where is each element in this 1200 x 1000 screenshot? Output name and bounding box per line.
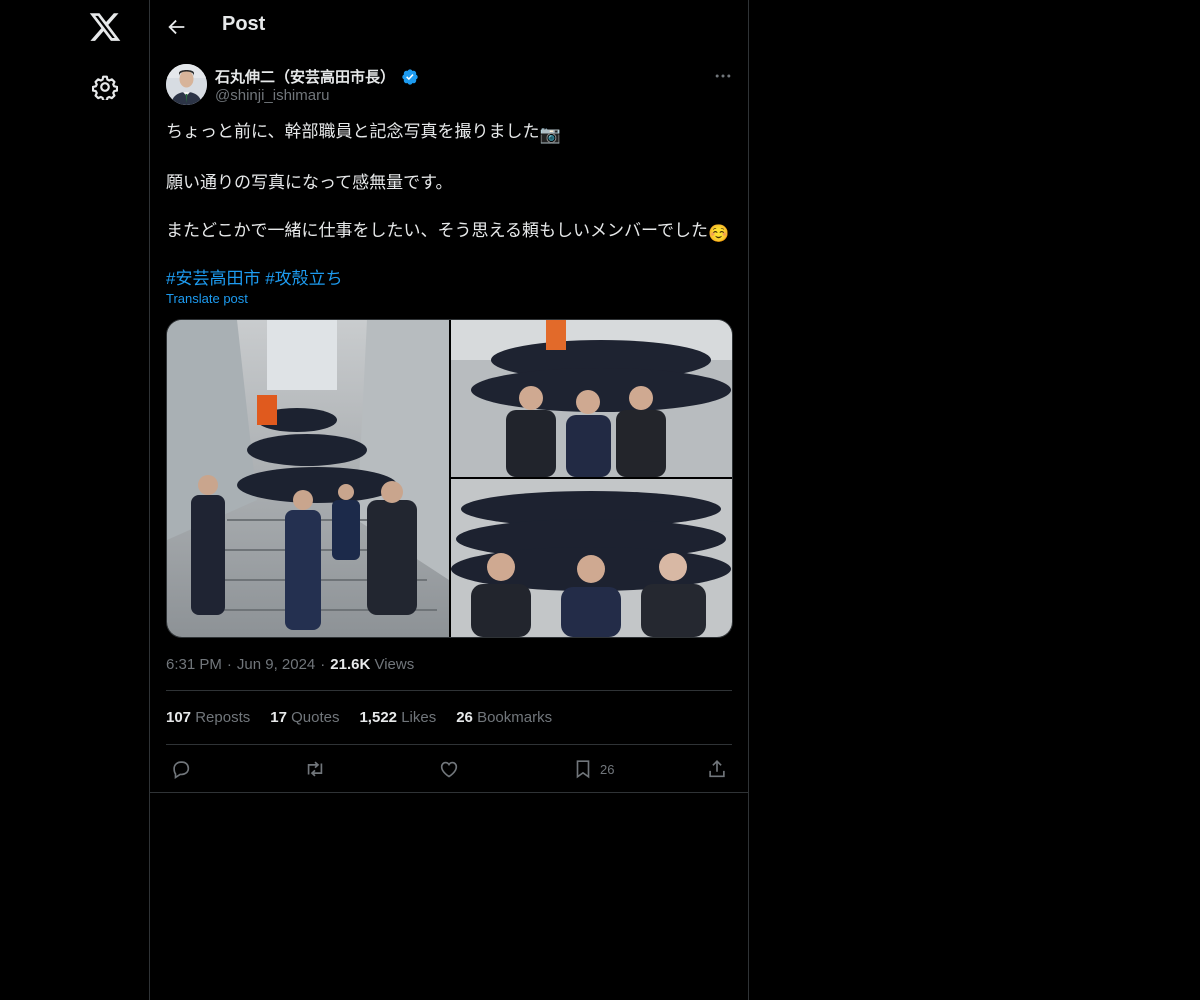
action-bar: 26 — [166, 756, 732, 782]
divider — [150, 792, 748, 793]
post-line-1: ちょっと前に、幹部職員と記念写真を撮りました📷 — [166, 120, 736, 147]
bookmark-count: 26 — [600, 761, 615, 777]
divider — [166, 690, 732, 691]
separator-dot: · — [320, 656, 326, 673]
reposts-stat[interactable]: 107 Reposts — [166, 709, 250, 726]
hashtags: #安芸高田市 #攻殻立ち — [166, 264, 343, 289]
camera-emoji-icon: 📷 — [539, 125, 561, 144]
quotes-label: Quotes — [291, 709, 340, 726]
reposts-label: Reposts — [195, 709, 251, 726]
more-icon[interactable] — [713, 66, 733, 86]
post-time[interactable]: 6:31 PM — [166, 656, 222, 673]
post-line-3-text: またどこかで一緒に仕事をしたい、そう思える頼もしいメンバーでした — [166, 221, 708, 240]
bookmarks-stat[interactable]: 26 Bookmarks — [456, 709, 552, 726]
post-header: Post — [150, 0, 748, 53]
x-logo-icon[interactable] — [88, 10, 122, 44]
repost-icon — [307, 761, 323, 777]
post-meta: 6:31 PM · Jun 9, 2024 · 21.6K Views — [166, 656, 414, 673]
back-arrow-icon[interactable] — [166, 16, 188, 38]
photo-group-closeup[interactable] — [451, 479, 732, 637]
photo-group-staircase[interactable] — [167, 320, 449, 637]
repost-button[interactable] — [304, 756, 326, 782]
post-line-3: またどこかで一緒に仕事をしたい、そう思える頼もしいメンバーでした☺️ — [166, 219, 736, 246]
like-icon — [440, 761, 458, 778]
post-line-2: 願い通りの写真になって感無量です。 — [166, 173, 453, 192]
left-rail — [0, 0, 150, 1000]
bookmark-button[interactable]: 26 — [572, 756, 614, 782]
likes-label: Likes — [401, 709, 437, 726]
reposts-count: 107 — [166, 709, 192, 726]
engagement-stats: 107 Reposts 17 Quotes 1,522 Likes 26 Boo… — [166, 709, 552, 726]
media-grid — [166, 319, 733, 638]
post-line-1-text: ちょっと前に、幹部職員と記念写真を撮りました — [166, 122, 540, 141]
bookmarks-count: 26 — [456, 709, 473, 726]
post-column: Post 石丸伸二（安芸高田市長） @shinji_ishimaru ちょっと前… — [149, 0, 749, 1000]
reply-icon — [173, 761, 190, 779]
share-icon — [709, 760, 725, 778]
translate-post-link[interactable]: Translate post — [166, 291, 248, 306]
author-name[interactable]: 石丸伸二（安芸高田市長） — [215, 66, 395, 87]
avatar[interactable] — [166, 64, 207, 105]
photo-group-fist-pump[interactable] — [451, 320, 732, 477]
quotes-count: 17 — [270, 709, 287, 726]
verified-badge-icon — [402, 68, 418, 85]
gear-icon[interactable] — [92, 74, 118, 100]
reply-button[interactable] — [170, 756, 192, 782]
views-label: Views — [374, 656, 415, 673]
like-button[interactable] — [438, 756, 460, 782]
hashtag-link[interactable]: #攻殻立ち — [265, 269, 342, 288]
bookmark-icon — [576, 760, 590, 779]
post-date[interactable]: Jun 9, 2024 — [237, 656, 315, 673]
hashtag-link[interactable]: #安芸高田市 — [166, 269, 260, 288]
bookmarks-label: Bookmarks — [477, 709, 553, 726]
smiling-emoji-icon: ☺️ — [707, 224, 730, 243]
post-text: ちょっと前に、幹部職員と記念写真を撮りました📷 願い通りの写真になって感無量です… — [166, 120, 736, 270]
author-name-row: 石丸伸二（安芸高田市長） — [215, 66, 419, 87]
page-title: Post — [222, 13, 266, 35]
likes-count: 1,522 — [359, 709, 398, 726]
share-button[interactable] — [706, 756, 728, 782]
separator-dot: · — [226, 656, 232, 673]
author-handle[interactable]: @shinji_ishimaru — [215, 87, 329, 104]
divider — [166, 744, 732, 745]
views-count: 21.6K — [330, 656, 371, 673]
quotes-stat[interactable]: 17 Quotes — [270, 709, 339, 726]
likes-stat[interactable]: 1,522 Likes — [359, 709, 436, 726]
